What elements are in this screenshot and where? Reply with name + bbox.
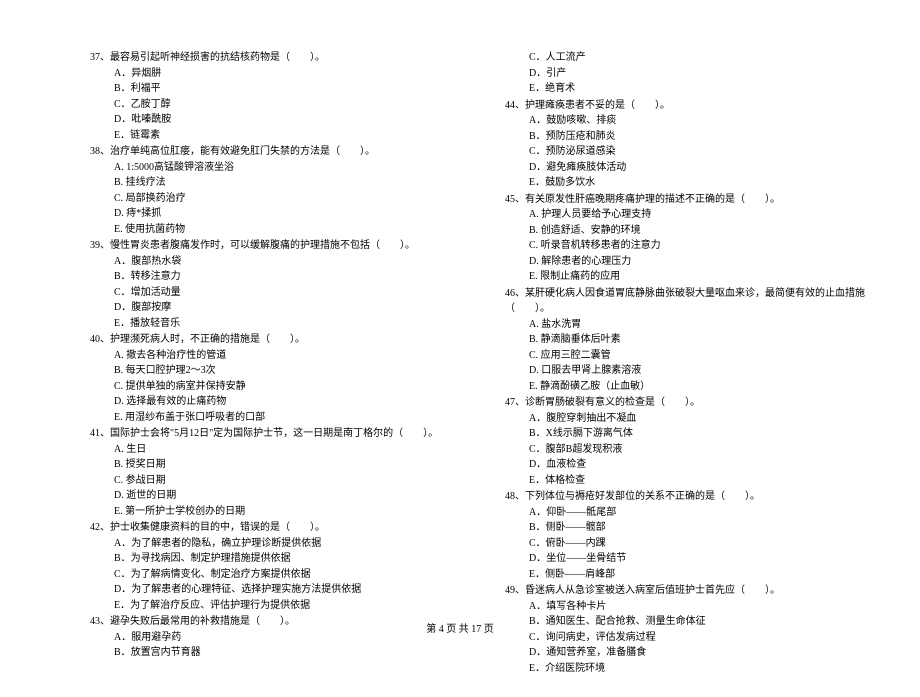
option-text: D. 痔*揉抓: [90, 206, 475, 222]
option-text: E. 静滴酚磺乙胺（止血敏）: [505, 379, 890, 395]
option-text: E. 使用抗菌药物: [90, 222, 475, 238]
question-block: 47、诊断胃肠破裂有意义的检查是（ ）。A．腹腔穿刺抽出不凝血B．X线示膈下游离…: [505, 395, 890, 488]
option-text: A. 撤去各种治疗性的管道: [90, 348, 475, 364]
question-block: 40、护理濒死病人时，不正确的措施是（ ）。A. 撤去各种治疗性的管道B. 每天…: [90, 332, 475, 425]
option-text: E. 第一所护士学校创办的日期: [90, 504, 475, 520]
option-text: C. 听录音机转移患者的注意力: [505, 238, 890, 254]
option-text: A．为了解患者的隐私，确立护理诊断提供依据: [90, 536, 475, 552]
question-text: 46、某肝硬化病人因食道胃底静脉曲张破裂大量呕血来诊，最简便有效的止血措施（ ）…: [505, 286, 890, 317]
question-block: 48、下列体位与褥疮好发部位的关系不正确的是（ ）。A．仰卧——骶尾部B．侧卧—…: [505, 489, 890, 582]
question-block: 41、国际护士会将"5月12日"定为国际护士节，这一日期是南丁格尔的（ ）。A.…: [90, 426, 475, 519]
right-column: C．人工流产D．引产E．绝育术44、护理瘫痪患者不妥的是（ ）。A．鼓励咳嗽、排…: [505, 50, 890, 677]
option-text: E．播放轻音乐: [90, 316, 475, 332]
option-text: E．体格检查: [505, 473, 890, 489]
option-text: C．乙胺丁醇: [90, 97, 475, 113]
option-text: A．鼓励咳嗽、排痰: [505, 113, 890, 129]
question-text: 41、国际护士会将"5月12日"定为国际护士节，这一日期是南丁格尔的（ ）。: [90, 426, 475, 442]
question-text: 40、护理濒死病人时，不正确的措施是（ ）。: [90, 332, 475, 348]
option-text: B．放置宫内节育器: [90, 645, 475, 661]
option-text: D. 解除患者的心理压力: [505, 254, 890, 270]
left-column: 37、最容易引起听神经损害的抗结核药物是（ ）。A．异烟肼B．利福平C．乙胺丁醇…: [90, 50, 475, 677]
option-text: E．绝育术: [505, 81, 890, 97]
option-text: B．转移注意力: [90, 269, 475, 285]
question-text: 44、护理瘫痪患者不妥的是（ ）。: [505, 98, 890, 114]
option-text: E. 限制止痛药的应用: [505, 269, 890, 285]
question-block: 37、最容易引起听神经损害的抗结核药物是（ ）。A．异烟肼B．利福平C．乙胺丁醇…: [90, 50, 475, 143]
option-text: D. 口服去甲肾上腺素溶液: [505, 363, 890, 379]
option-text: A．异烟肼: [90, 66, 475, 82]
question-block: C．人工流产D．引产E．绝育术: [505, 50, 890, 97]
option-text: E．介绍医院环境: [505, 661, 890, 677]
question-text: 47、诊断胃肠破裂有意义的检查是（ ）。: [505, 395, 890, 411]
option-text: D．吡嗪酰胺: [90, 112, 475, 128]
option-text: B. 授奖日期: [90, 457, 475, 473]
option-text: D．引产: [505, 66, 890, 82]
option-text: C. 局部换药治疗: [90, 191, 475, 207]
option-text: D．腹部按摩: [90, 300, 475, 316]
option-text: C．增加活动量: [90, 285, 475, 301]
option-text: B．预防压疮和肺炎: [505, 129, 890, 145]
document-content: 37、最容易引起听神经损害的抗结核药物是（ ）。A．异烟肼B．利福平C．乙胺丁醇…: [0, 0, 920, 697]
option-text: C．为了解病情变化、制定治疗方案提供依据: [90, 567, 475, 583]
option-text: B. 每天口腔护理2～3次: [90, 363, 475, 379]
option-text: A. 1:5000高锰酸钾溶液坐浴: [90, 160, 475, 176]
option-text: A．填写各种卡片: [505, 599, 890, 615]
option-text: A. 盐水洗胃: [505, 317, 890, 333]
option-text: C. 应用三腔二囊管: [505, 348, 890, 364]
option-text: C．人工流产: [505, 50, 890, 66]
option-text: C. 提供单独的病室并保持安静: [90, 379, 475, 395]
option-text: A. 生日: [90, 442, 475, 458]
option-text: B．X线示膈下游离气体: [505, 426, 890, 442]
question-block: 38、治疗单纯高位肛瘘，能有效避免肛门失禁的方法是（ ）。A. 1:5000高锰…: [90, 144, 475, 237]
question-block: 39、慢性胃炎患者腹痛发作时，可以缓解腹痛的护理措施不包括（ ）。A．腹部热水袋…: [90, 238, 475, 331]
option-text: E. 用湿纱布盖于张口呼吸者的口部: [90, 410, 475, 426]
option-text: D．通知营养室，准备膳食: [505, 645, 890, 661]
option-text: D. 选择最有效的止痛药物: [90, 394, 475, 410]
question-text: 37、最容易引起听神经损害的抗结核药物是（ ）。: [90, 50, 475, 66]
page-footer: 第 4 页 共 17 页: [0, 620, 920, 635]
option-text: B. 静滴脑垂体后叶素: [505, 332, 890, 348]
question-block: 46、某肝硬化病人因食道胃底静脉曲张破裂大量呕血来诊，最简便有效的止血措施（ ）…: [505, 286, 890, 395]
option-text: E．鼓励多饮水: [505, 175, 890, 191]
option-text: A．腹腔穿刺抽出不凝血: [505, 411, 890, 427]
option-text: D．血液检查: [505, 457, 890, 473]
question-block: 42、护士收集健康资料的目的中，错误的是（ ）。A．为了解患者的隐私，确立护理诊…: [90, 520, 475, 613]
option-text: B．侧卧——髋部: [505, 520, 890, 536]
question-block: 45、有关原发性肝癌晚期疼痛护理的描述不正确的是（ ）。A. 护理人员要给予心理…: [505, 192, 890, 285]
option-text: E．链霉素: [90, 128, 475, 144]
question-text: 39、慢性胃炎患者腹痛发作时，可以缓解腹痛的护理措施不包括（ ）。: [90, 238, 475, 254]
question-text: 45、有关原发性肝癌晚期疼痛护理的描述不正确的是（ ）。: [505, 192, 890, 208]
option-text: B. 挂线疗法: [90, 175, 475, 191]
question-text: 38、治疗单纯高位肛瘘，能有效避免肛门失禁的方法是（ ）。: [90, 144, 475, 160]
option-text: B．为寻找病因、制定护理措施提供依据: [90, 551, 475, 567]
question-text: 48、下列体位与褥疮好发部位的关系不正确的是（ ）。: [505, 489, 890, 505]
option-text: A．腹部热水袋: [90, 254, 475, 270]
question-text: 42、护士收集健康资料的目的中，错误的是（ ）。: [90, 520, 475, 536]
option-text: C. 参战日期: [90, 473, 475, 489]
question-text: 49、昏迷病人从急诊室被送入病室后值班护士首先应（ ）。: [505, 583, 890, 599]
option-text: A．仰卧——骶尾部: [505, 505, 890, 521]
option-text: B．利福平: [90, 81, 475, 97]
option-text: A. 护理人员要给予心理支持: [505, 207, 890, 223]
option-text: C．腹部B超发现积液: [505, 442, 890, 458]
option-text: C．预防泌尿道感染: [505, 144, 890, 160]
question-block: 44、护理瘫痪患者不妥的是（ ）。A．鼓励咳嗽、排痰B．预防压疮和肺炎C．预防泌…: [505, 98, 890, 191]
option-text: C．俯卧——内踝: [505, 536, 890, 552]
option-text: D．坐位——坐骨结节: [505, 551, 890, 567]
option-text: B. 创造舒适、安静的环境: [505, 223, 890, 239]
option-text: D. 逝世的日期: [90, 488, 475, 504]
option-text: E．侧卧——肩峰部: [505, 567, 890, 583]
option-text: E．为了解治疗反应、评估护理行为提供依据: [90, 598, 475, 614]
option-text: D．避免瘫痪肢体活动: [505, 160, 890, 176]
option-text: D．为了解患者的心理特征、选择护理实施方法提供依据: [90, 582, 475, 598]
